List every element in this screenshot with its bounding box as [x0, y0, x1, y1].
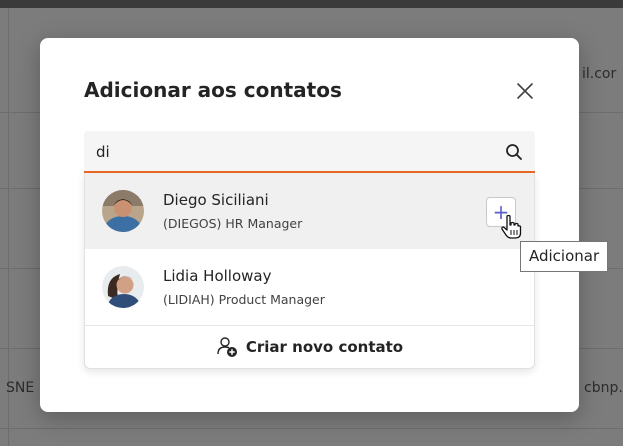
- contact-result-item[interactable]: Lidia Holloway (LIDIAH) Product Manager: [85, 249, 534, 325]
- create-new-contact-label: Criar novo contato: [245, 338, 404, 356]
- create-new-contact-button[interactable]: Criar novo contato: [85, 325, 534, 368]
- add-contact-dialog: Adicionar aos contatos Diego Sici: [40, 38, 579, 412]
- search-icon[interactable]: [505, 143, 523, 161]
- search-results-list: Diego Siciliani (DIEGOS) HR Manager + Li…: [84, 173, 535, 369]
- background-email-fragment: cbnp.: [584, 380, 623, 396]
- hand-cursor-icon: [501, 214, 522, 239]
- contact-name: Diego Siciliani: [163, 191, 269, 209]
- background-top-bar: [0, 0, 623, 8]
- dialog-title: Adicionar aos contatos: [84, 78, 342, 102]
- search-box: [84, 131, 535, 173]
- background-row-divider: [0, 428, 623, 429]
- contact-name: Lidia Holloway: [163, 267, 272, 285]
- contact-role: (LIDIAH) Product Manager: [163, 292, 325, 307]
- add-tooltip: Adicionar: [520, 241, 609, 272]
- person-add-icon: [217, 337, 237, 357]
- avatar: [102, 266, 144, 308]
- avatar: [102, 190, 144, 232]
- background-name-fragment: SNE: [6, 380, 35, 396]
- contact-result-item[interactable]: Diego Siciliani (DIEGOS) HR Manager +: [85, 173, 534, 249]
- contact-role: (DIEGOS) HR Manager: [163, 216, 303, 231]
- background-email-fragment: il.cor: [582, 66, 617, 82]
- search-input[interactable]: [96, 140, 486, 164]
- close-icon: [517, 83, 533, 99]
- close-button[interactable]: [512, 78, 538, 104]
